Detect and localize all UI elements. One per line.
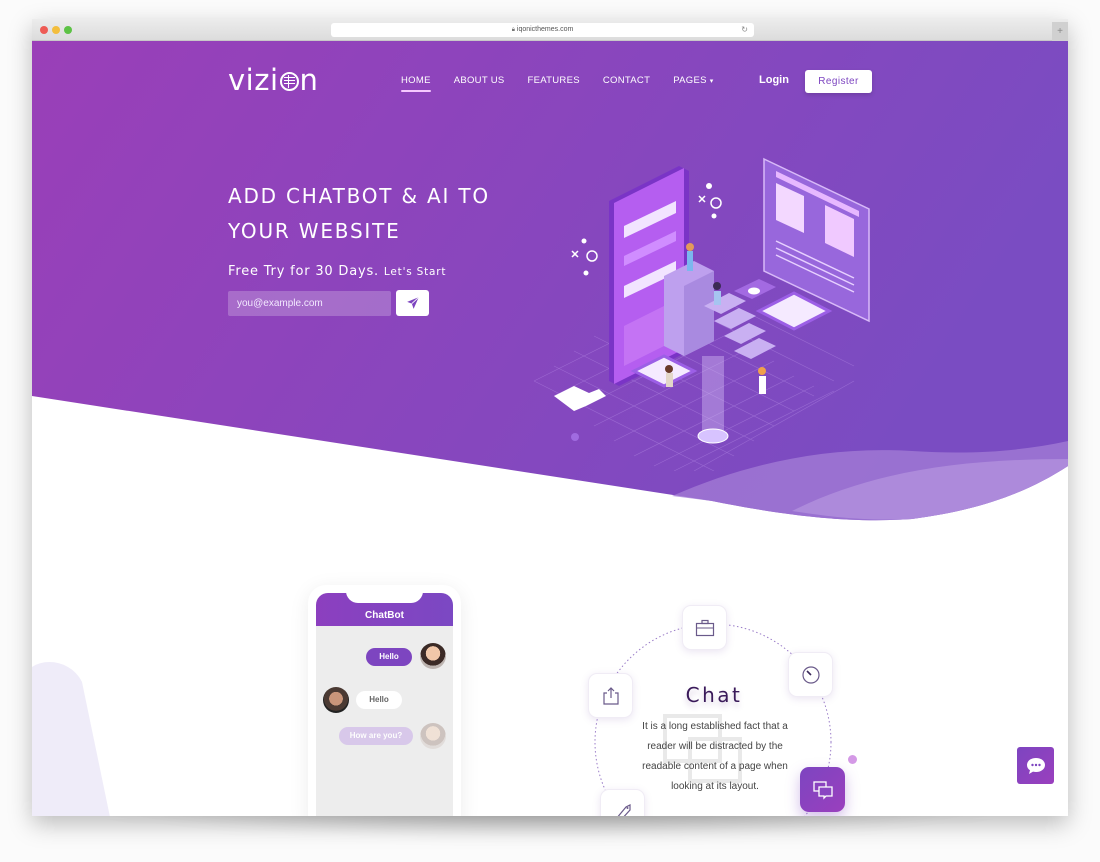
feature-title: Chat xyxy=(685,683,743,707)
avatar-woman-faded xyxy=(420,723,446,749)
chat-message: Hello xyxy=(356,691,402,709)
puzzle-piece-white xyxy=(554,386,606,411)
briefcase-icon xyxy=(695,619,714,636)
hero-section: vizi n HOME ABOUT US FEATURES CONTACT PAG… xyxy=(32,41,1068,521)
nav-pages-label: PAGES xyxy=(673,75,707,86)
email-input[interactable] xyxy=(228,291,391,316)
feature-icon-timer[interactable] xyxy=(788,652,833,697)
logo-text: vizi xyxy=(228,63,279,97)
reload-icon[interactable]: ↻ xyxy=(741,23,748,37)
chat-bubbles-icon xyxy=(812,780,833,800)
phone-notch xyxy=(346,593,423,603)
nav-about-us[interactable]: ABOUT US xyxy=(454,75,505,86)
floating-panel xyxy=(763,157,870,323)
chat-dots-icon xyxy=(1026,757,1045,774)
logo-text-end: n xyxy=(299,63,319,97)
send-button[interactable] xyxy=(396,290,429,316)
subline-small: Let's Start xyxy=(383,266,447,278)
chatbot-title: ChatBot xyxy=(365,610,404,621)
chat-message: Hello xyxy=(366,648,412,666)
phone-screen: ChatBot Hello Hello How are you? xyxy=(316,593,453,816)
floating-chat-button[interactable] xyxy=(1017,747,1054,784)
address-bar[interactable]: 🔒︎ iqonicthemes.com ↻ xyxy=(331,23,754,37)
hero-headline: ADD CHATBOT & AI TO YOUR WEBSITE xyxy=(228,184,490,243)
screenshot-stage: 🔒︎ iqonicthemes.com ↻ + vizi n HOME ABOU… xyxy=(0,0,1100,862)
feature-icon-briefcase[interactable] xyxy=(682,605,727,650)
decorative-blob xyxy=(32,662,110,816)
brain-icon xyxy=(279,72,299,91)
hero-illustration xyxy=(533,157,870,471)
paper-plane-icon xyxy=(406,296,419,309)
main-nav: HOME ABOUT US FEATURES CONTACT PAGES ▾ xyxy=(401,75,737,92)
feature-description: It is a long established fact that a rea… xyxy=(642,721,788,792)
nav-pages[interactable]: PAGES ▾ xyxy=(673,75,713,86)
feature-icon-share[interactable] xyxy=(588,673,633,718)
register-button[interactable]: Register xyxy=(805,70,872,93)
nav-contact[interactable]: CONTACT xyxy=(603,75,650,86)
share-icon xyxy=(602,686,619,705)
beam-base xyxy=(697,428,729,444)
maximize-window-button[interactable] xyxy=(64,26,72,34)
close-window-button[interactable] xyxy=(40,26,48,34)
login-link[interactable]: Login xyxy=(759,74,789,86)
browser-window: 🔒︎ iqonicthemes.com ↻ + vizi n HOME ABOU… xyxy=(32,19,1068,816)
hero-subline: Free Try for 30 Days. Let's Start xyxy=(228,264,446,279)
browser-toolbar: 🔒︎ iqonicthemes.com ↻ + xyxy=(32,19,1068,41)
lock-icon: 🔒︎ xyxy=(511,27,515,33)
feature-icon-chat[interactable] xyxy=(800,767,845,812)
new-tab-button[interactable]: + xyxy=(1052,22,1068,41)
chatbot-phone-mockup: ChatBot Hello Hello How are you? xyxy=(308,585,461,816)
chatbot-header: ChatBot xyxy=(316,593,453,626)
minimize-window-button[interactable] xyxy=(52,26,60,34)
chevron-down-icon: ▾ xyxy=(709,78,714,85)
subline-main: Free Try for 30 Days. xyxy=(228,264,379,279)
light-beam xyxy=(702,356,724,436)
chat-message: How are you? xyxy=(339,727,413,745)
nav-features[interactable]: FEATURES xyxy=(528,75,580,86)
feature-icon-tag[interactable] xyxy=(600,789,645,816)
timer-icon xyxy=(801,665,820,684)
accent-dot xyxy=(848,755,857,764)
nav-home[interactable]: HOME xyxy=(401,75,431,92)
avatar-woman xyxy=(420,643,446,669)
avatar-man xyxy=(323,687,349,713)
tag-icon xyxy=(616,803,631,816)
url-text: iqonicthemes.com xyxy=(516,26,574,33)
logo[interactable]: vizi n xyxy=(228,63,318,97)
